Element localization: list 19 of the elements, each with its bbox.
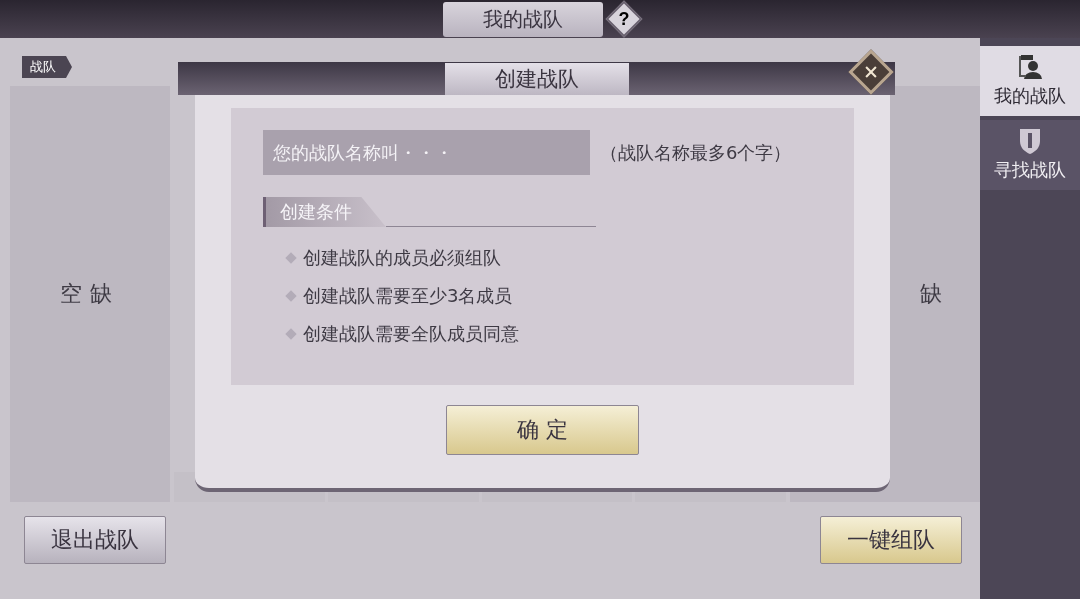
team-name-field[interactable]: 您的战队名称叫・・・ xyxy=(263,130,590,175)
empty-slot: 空缺 xyxy=(10,86,170,502)
condition-text: 创建战队需要全队成员同意 xyxy=(303,322,519,346)
section-heading: 创建条件 xyxy=(263,197,386,227)
side-tab[interactable]: 寻找战队 xyxy=(980,120,1080,190)
quick-team-button[interactable]: 一键组队 xyxy=(820,516,962,564)
diamond-bullet-icon xyxy=(285,252,297,264)
dialog-title: 创建战队 xyxy=(444,62,629,95)
side-tab[interactable]: 我的战队 xyxy=(980,46,1080,116)
help-button[interactable]: ? xyxy=(605,0,643,38)
team-tag: 战队 xyxy=(22,56,72,78)
condition-text: 创建战队需要至少3名成员 xyxy=(303,284,513,308)
name-hint: （战队名称最多6个字） xyxy=(600,140,792,165)
diamond-bullet-icon xyxy=(285,290,297,302)
condition-text: 创建战队的成员必须组队 xyxy=(303,246,501,270)
confirm-button[interactable]: 确 定 xyxy=(446,405,639,455)
leave-team-button[interactable]: 退出战队 xyxy=(24,516,166,564)
window-title: 我的战队 xyxy=(443,1,603,37)
diamond-bullet-icon xyxy=(285,328,297,340)
